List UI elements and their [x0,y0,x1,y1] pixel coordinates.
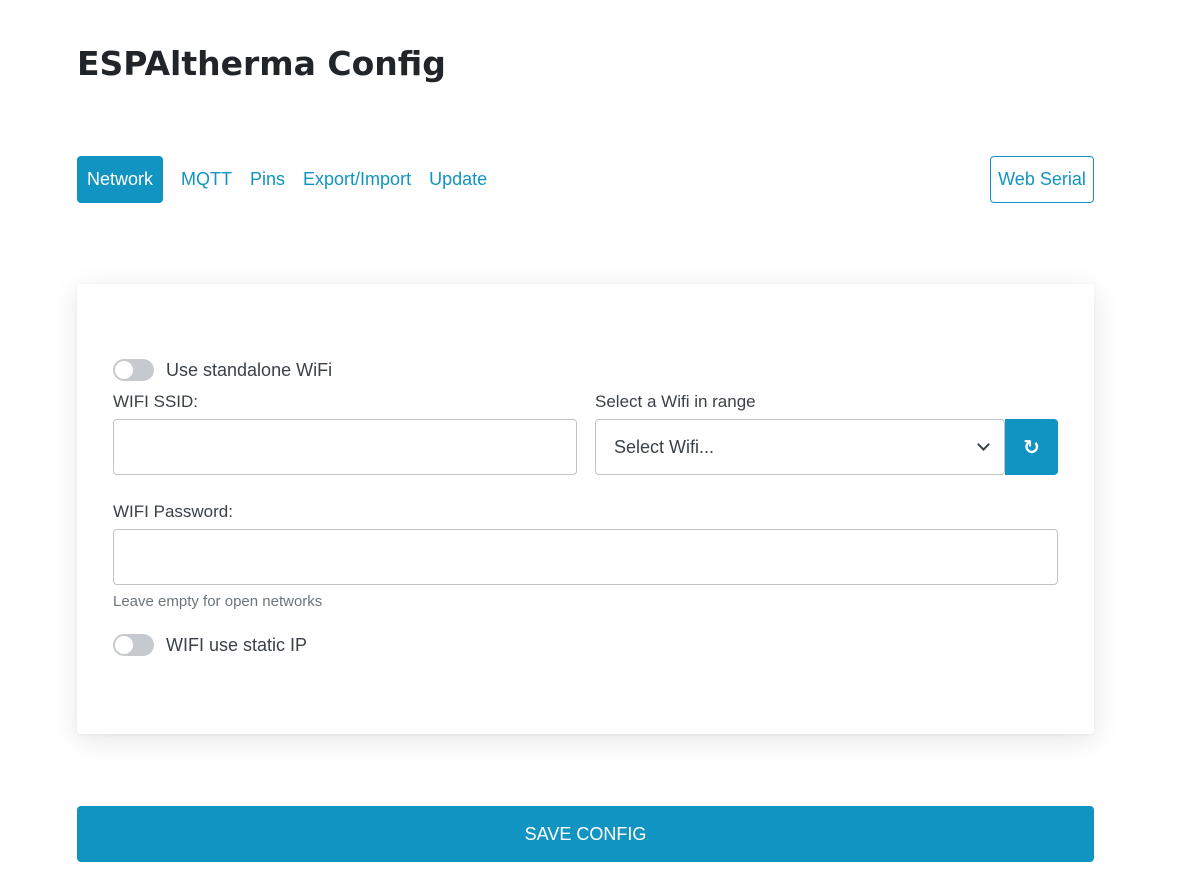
save-config-button[interactable]: SAVE CONFIG [77,806,1094,862]
static-ip-row: WIFI use static IP [113,634,307,656]
tab-network[interactable]: Network [77,156,164,203]
tab-update[interactable]: Update [420,156,496,203]
wifi-select-value: Select Wifi... [614,436,715,457]
web-serial-button[interactable]: Web Serial [990,156,1094,203]
wifi-select-label: Select a Wifi in range [595,392,756,411]
tab-mqtt[interactable]: MQTT [172,156,241,203]
tab-pins[interactable]: Pins [241,156,294,203]
static-ip-toggle[interactable] [113,634,154,656]
wifi-password-label: WIFI Password: [113,502,233,521]
wifi-ssid-label: WIFI SSID: [113,392,198,411]
wifi-select-dropdown[interactable]: Select Wifi... [595,419,1005,475]
refresh-icon: ↻ [1023,436,1040,459]
network-settings-card: Use standalone WiFi WIFI SSID: Select a … [77,284,1094,734]
page-title: ESPAltherma Config [77,44,446,83]
wifi-ssid-input[interactable] [113,419,577,475]
standalone-wifi-row: Use standalone WiFi [113,359,332,381]
toggle-knob [115,636,133,654]
toggle-knob [115,361,133,379]
standalone-wifi-toggle[interactable] [113,359,154,381]
tab-export-import[interactable]: Export/Import [294,156,420,203]
refresh-wifi-button[interactable]: ↻ [1005,419,1058,475]
tab-bar: Network MQTT Pins Export/Import Update [77,156,496,203]
wifi-password-input[interactable] [113,529,1058,585]
wifi-password-help: Leave empty for open networks [113,593,323,610]
chevron-down-icon [977,438,990,451]
config-page: ESPAltherma Config Network MQTT Pins Exp… [0,0,1182,889]
static-ip-label: WIFI use static IP [166,634,308,655]
standalone-wifi-label: Use standalone WiFi [166,359,333,380]
